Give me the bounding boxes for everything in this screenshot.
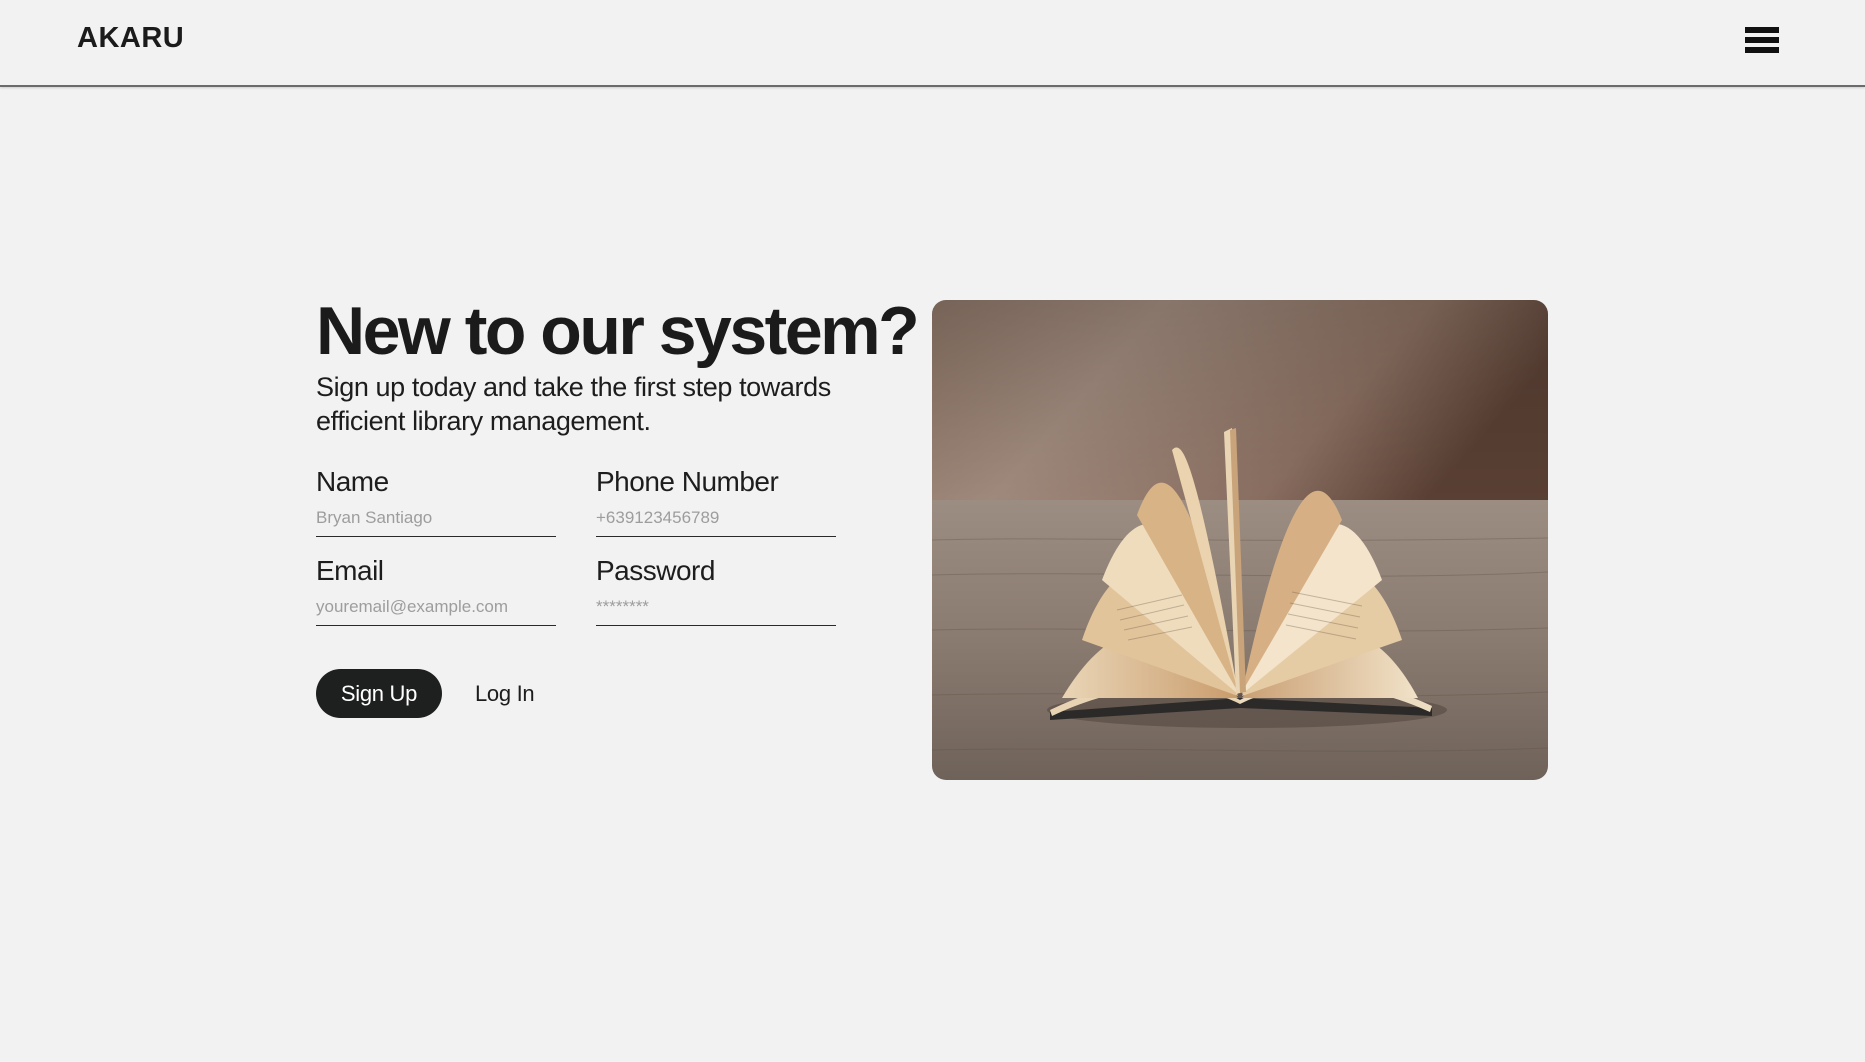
phone-field-group: Phone Number: [596, 466, 836, 537]
password-field-group: Password: [596, 555, 836, 626]
log-in-link[interactable]: Log In: [475, 681, 535, 707]
sign-up-button[interactable]: Sign Up: [316, 669, 442, 718]
menu-bar: [1745, 47, 1779, 53]
page-title: New to our system?: [316, 293, 920, 369]
page-subtitle: Sign up today and take the first step to…: [316, 372, 831, 436]
top-navbar: AKARU: [0, 0, 1865, 87]
form-actions: Sign Up Log In: [316, 669, 535, 718]
email-input[interactable]: [316, 591, 556, 626]
open-book-photo: [932, 300, 1548, 780]
password-label: Password: [596, 555, 715, 586]
open-book-illustration: [932, 300, 1548, 780]
signup-section: New to our system? Sign up today and tak…: [316, 293, 920, 718]
menu-bar: [1745, 37, 1779, 43]
password-input[interactable]: [596, 591, 836, 626]
name-input[interactable]: [316, 502, 556, 537]
name-label: Name: [316, 466, 389, 497]
brand-logo[interactable]: AKARU: [77, 22, 184, 55]
phone-label: Phone Number: [596, 466, 779, 497]
menu-bar: [1745, 27, 1779, 33]
email-field-group: Email: [316, 555, 556, 626]
phone-input[interactable]: [596, 502, 836, 537]
name-field-group: Name: [316, 466, 556, 537]
hamburger-menu-icon[interactable]: [1745, 27, 1779, 57]
email-label: Email: [316, 555, 384, 586]
